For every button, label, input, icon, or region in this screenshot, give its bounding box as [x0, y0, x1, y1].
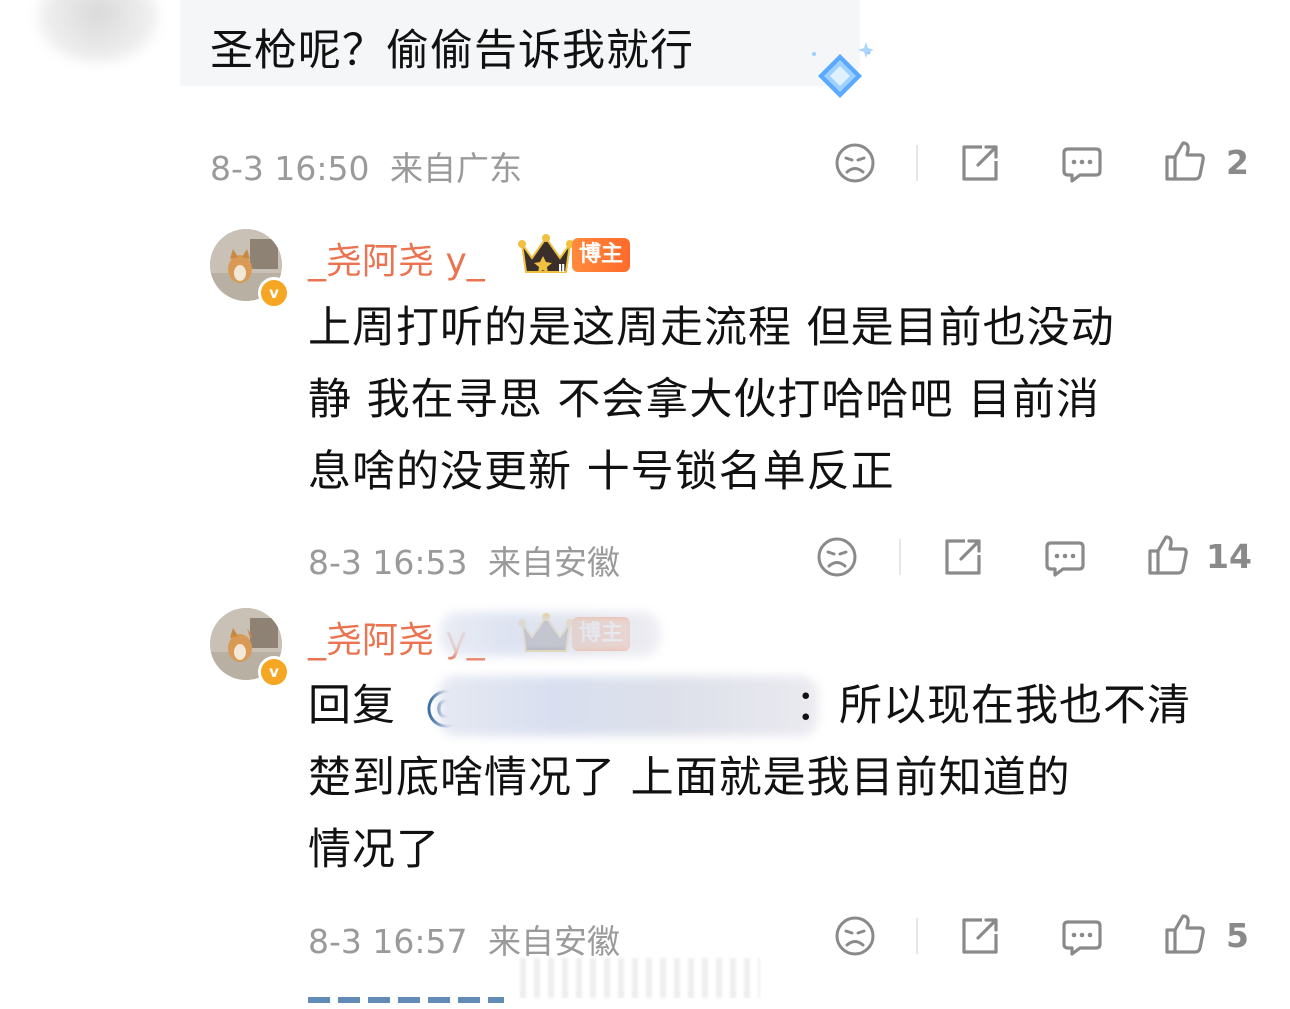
top-comment-text: 圣枪呢？偷偷告诉我就行	[210, 26, 694, 76]
reply-prefix: 回复	[308, 681, 396, 731]
svg-text:Ⅱ: Ⅱ	[558, 262, 565, 275]
share-icon[interactable]	[941, 535, 985, 579]
reply-text-line: 静 我在寻思 不会拿大伙打哈哈吧 目前消	[308, 375, 1101, 425]
sad-face-icon[interactable]	[833, 141, 877, 185]
diamond-sticker-icon	[812, 42, 874, 98]
username[interactable]: _尧阿尧 y_	[308, 232, 485, 284]
like-count: 2	[1226, 143, 1249, 182]
reply-meta: 8-3 16:53 来自安徽	[308, 536, 620, 584]
top-comment-meta: 8-3 16:50 来自广东	[210, 142, 522, 190]
privacy-blur	[440, 612, 660, 656]
verified-badge-icon: v	[258, 656, 290, 688]
thumbs-up-icon[interactable]	[1146, 533, 1190, 577]
comment-location: 来自安徽	[488, 922, 620, 961]
sad-face-icon[interactable]	[815, 535, 859, 579]
thumbs-up-icon[interactable]	[1163, 912, 1207, 956]
comment-location: 来自安徽	[488, 543, 620, 582]
comment-icon[interactable]	[1060, 141, 1104, 185]
crown-badge-icon: Ⅱ	[518, 234, 574, 275]
more-replies-link[interactable]	[308, 993, 508, 1009]
sad-face-icon[interactable]	[833, 914, 877, 958]
reply-text-line: 上周打听的是这周走流程 但是目前也没动	[308, 303, 1115, 353]
verified-badge-icon: v	[258, 277, 290, 309]
action-divider	[916, 145, 918, 181]
blogger-badge: 博主	[572, 238, 630, 272]
reply-text-line: ：所以现在我也不清	[795, 681, 1191, 731]
top-comment-avatar[interactable]	[38, 0, 158, 62]
comment-time: 8-3 16:50	[210, 149, 370, 188]
like-count: 14	[1206, 537, 1252, 576]
action-divider	[916, 918, 918, 954]
mention-blur	[438, 676, 818, 736]
watermark	[520, 958, 760, 998]
comment-time: 8-3 16:53	[308, 543, 468, 582]
like-count: 5	[1226, 916, 1249, 955]
reply-text-line: 情况了	[308, 825, 440, 875]
comment-icon[interactable]	[1043, 535, 1087, 579]
share-icon[interactable]	[958, 914, 1002, 958]
reply-text-line: 楚到底啥情况了 上面就是我目前知道的	[308, 753, 1071, 803]
comment-icon[interactable]	[1060, 914, 1104, 958]
reply-text-line: 息啥的没更新 十号锁名单反正	[308, 447, 895, 497]
reply-meta: 8-3 16:57 来自安徽	[308, 915, 620, 963]
thumbs-up-icon[interactable]	[1163, 139, 1207, 183]
action-divider	[899, 539, 901, 575]
share-icon[interactable]	[958, 141, 1002, 185]
comment-time: 8-3 16:57	[308, 922, 468, 961]
comment-location: 来自广东	[390, 149, 522, 188]
